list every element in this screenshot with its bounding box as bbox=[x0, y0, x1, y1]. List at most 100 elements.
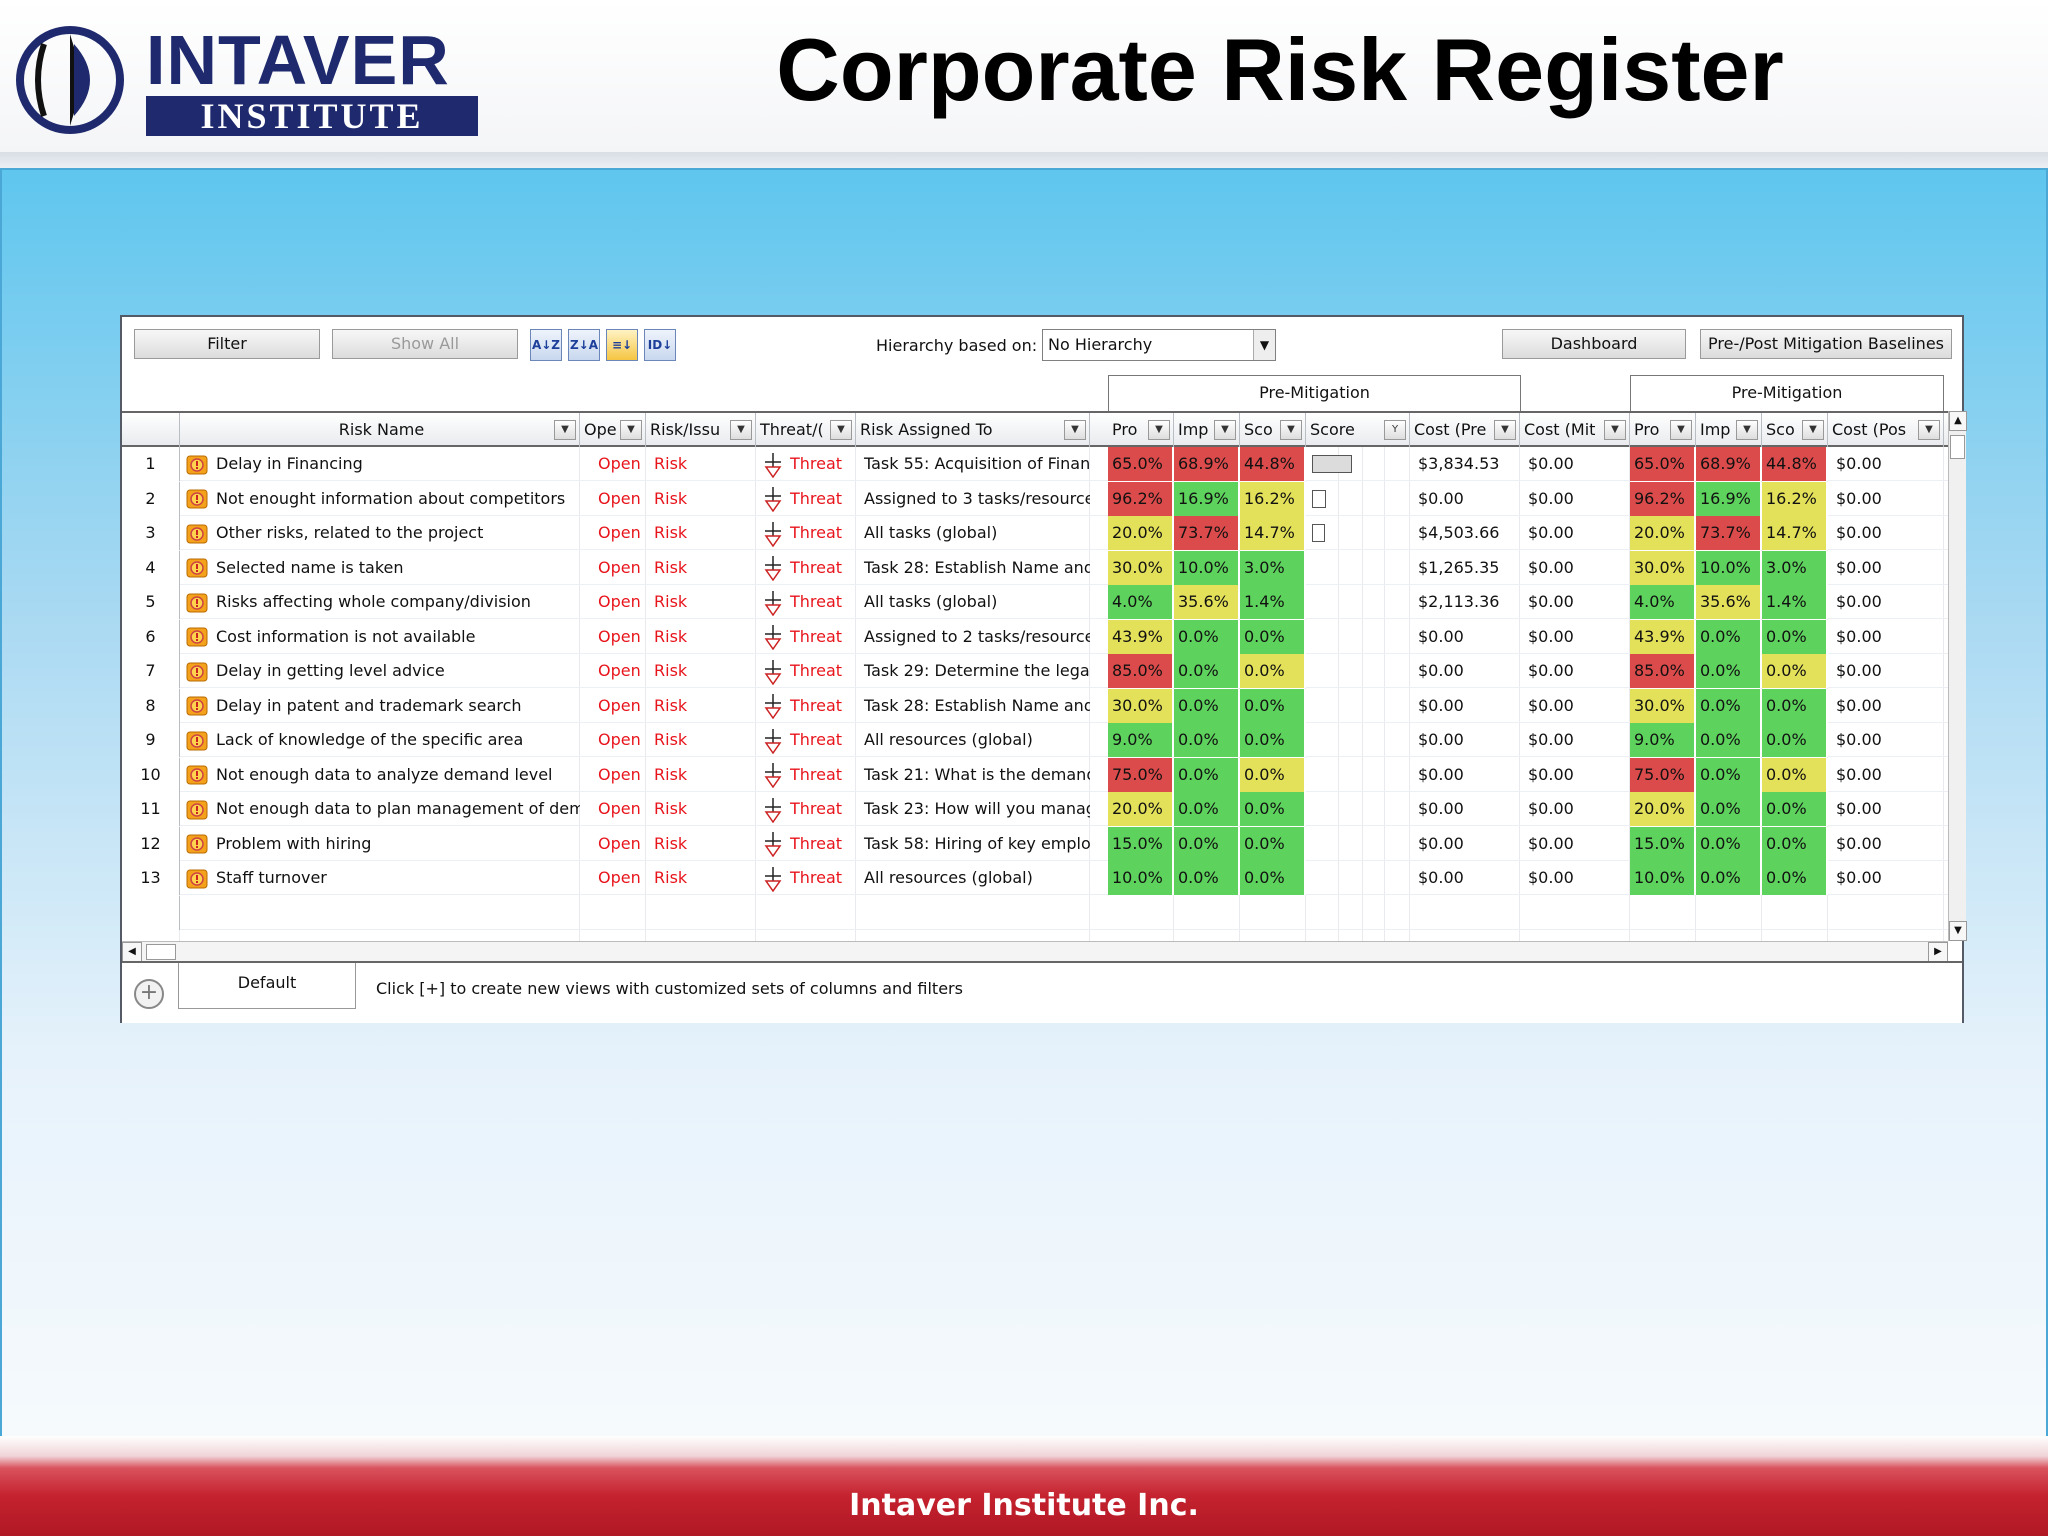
column-header-sco2[interactable]: Sco ▼ bbox=[1762, 413, 1828, 447]
imp-pre-cell: 0.0% bbox=[1174, 619, 1240, 654]
column-header-label: Score bbox=[1310, 420, 1355, 439]
threat-text: Threat bbox=[790, 833, 843, 853]
vertical-scrollbar[interactable]: ▲ ▼ bbox=[1948, 411, 1967, 941]
status-cell: Open bbox=[580, 689, 646, 723]
sco-post-cell: 0.0% bbox=[1762, 757, 1828, 792]
percent-value: 0.0% bbox=[1700, 730, 1741, 749]
table-row[interactable]: 11 Not enough data to plan management of … bbox=[122, 792, 1948, 826]
intaver-logo: INTAVER INSTITUTE bbox=[14, 24, 478, 136]
column-header-pro[interactable]: Pro ▼ bbox=[1108, 413, 1174, 447]
sort-az-icon[interactable]: A↓Z bbox=[530, 329, 562, 361]
filter-funnel-icon[interactable]: Y bbox=[1384, 420, 1406, 440]
table-row[interactable]: 8 Delay in patent and trademark search Ope… bbox=[122, 688, 1948, 723]
cost-value: $0.00 bbox=[1836, 488, 1882, 508]
percent-value: 0.0% bbox=[1700, 833, 1741, 853]
filter-button[interactable]: Filter bbox=[134, 329, 320, 359]
scroll-up-icon[interactable]: ▲ bbox=[1949, 411, 1967, 431]
table-row[interactable]: 7 Delay in getting level advice Open Risk Th… bbox=[122, 654, 1948, 688]
baselines-button[interactable]: Pre-/Post Mitigation Baselines bbox=[1700, 329, 1952, 359]
status-text: Open bbox=[598, 454, 641, 473]
horizontal-scroll-thumb[interactable] bbox=[146, 944, 176, 960]
column-header-label: Pro bbox=[1112, 420, 1138, 439]
chevron-down-icon[interactable]: ▼ bbox=[1280, 420, 1302, 440]
column-header-assigned[interactable]: Risk Assigned To ▼ bbox=[856, 413, 1090, 447]
chevron-down-icon[interactable]: ▼ bbox=[1918, 420, 1940, 440]
column-header-type[interactable]: Risk/Issu ▼ bbox=[646, 413, 756, 447]
table-row[interactable]: 4 Selected name is taken Open Risk Threat Tas… bbox=[122, 550, 1948, 585]
cost-value: $0.00 bbox=[1418, 488, 1464, 508]
scroll-left-icon[interactable]: ◀ bbox=[122, 942, 142, 962]
chevron-down-icon[interactable]: ▼ bbox=[1802, 420, 1824, 440]
table-row[interactable]: 5 Risks affecting whole company/division O… bbox=[122, 585, 1948, 619]
sort-id-icon[interactable]: ID↓ bbox=[644, 329, 676, 361]
table-row[interactable]: 2 Not enought information about competito… bbox=[122, 481, 1948, 516]
hierarchy-select[interactable]: No Hierarchy ▼ bbox=[1042, 329, 1276, 361]
cost-post-cell: $0.00 bbox=[1828, 620, 1944, 654]
column-header-score[interactable]: Score Y bbox=[1306, 413, 1410, 447]
column-header-sco[interactable]: Sco ▼ bbox=[1240, 413, 1306, 447]
scroll-down-icon[interactable]: ▼ bbox=[1949, 921, 1967, 941]
row-number: 13 bbox=[122, 861, 180, 895]
chevron-down-icon[interactable]: ▼ bbox=[620, 420, 642, 440]
chevron-down-icon[interactable]: ▼ bbox=[1736, 420, 1758, 440]
table-row[interactable]: 13 Staff turnover Open Risk Threat All resour… bbox=[122, 861, 1948, 895]
cost-post-cell: $0.00 bbox=[1828, 654, 1944, 688]
percent-value: 73.7% bbox=[1700, 523, 1751, 542]
chevron-down-icon[interactable]: ▼ bbox=[1253, 330, 1275, 360]
assigned-to-text: Task 29: Determine the legal t bbox=[864, 661, 1090, 680]
percent-value: 30.0% bbox=[1634, 695, 1685, 715]
column-header-pro2[interactable]: Pro ▼ bbox=[1630, 413, 1696, 447]
risk-type-text: Risk bbox=[654, 626, 688, 646]
score-bar bbox=[1312, 489, 1326, 508]
cost-post-cell: $0.00 bbox=[1828, 758, 1944, 792]
risk-name-cell: Not enough data to plan management of de… bbox=[180, 792, 580, 826]
column-header-name[interactable]: Risk Name ▼ bbox=[180, 413, 580, 447]
assigned-to-text: Task 28: Establish Name and bbox=[864, 695, 1090, 715]
chevron-down-icon[interactable]: ▼ bbox=[1494, 420, 1516, 440]
chevron-down-icon[interactable]: ▼ bbox=[1148, 420, 1170, 440]
table-row[interactable]: 6 Cost information is not available Open Ri… bbox=[122, 619, 1948, 654]
horizontal-scrollbar[interactable]: ◀ ▶ bbox=[122, 941, 1948, 962]
table-row[interactable]: 1 Delay in Financing Open Risk Threat Task 55… bbox=[122, 447, 1948, 481]
vertical-scroll-thumb[interactable] bbox=[1950, 435, 1965, 459]
table-row[interactable]: 3 Other risks, related to the project Open… bbox=[122, 516, 1948, 550]
percent-value: 0.0% bbox=[1178, 868, 1219, 887]
tab-default[interactable]: Default bbox=[178, 963, 356, 1009]
chevron-down-icon[interactable]: ▼ bbox=[730, 420, 752, 440]
column-header-imp[interactable]: Imp ▼ bbox=[1174, 413, 1240, 447]
sort-custom-icon[interactable]: ≡↓ bbox=[606, 329, 638, 361]
table-row[interactable]: 12 Problem with hiring Open Risk Threat Task … bbox=[122, 826, 1948, 861]
column-header-cost-pre[interactable]: Cost (Pre ▼ bbox=[1410, 413, 1520, 447]
percent-value: 14.7% bbox=[1766, 523, 1817, 542]
column-header-imp2[interactable]: Imp ▼ bbox=[1696, 413, 1762, 447]
column-header-cost-mit[interactable]: Cost (Mit ▼ bbox=[1520, 413, 1630, 447]
column-header-cost-post[interactable]: Cost (Pos ▼ bbox=[1828, 413, 1944, 447]
show-all-button[interactable]: Show All bbox=[332, 329, 518, 359]
dashboard-button[interactable]: Dashboard bbox=[1502, 329, 1686, 359]
chevron-down-icon[interactable]: ▼ bbox=[1604, 420, 1626, 440]
pro-pre-cell: 30.0% bbox=[1108, 550, 1174, 585]
chevron-down-icon[interactable]: ▼ bbox=[554, 420, 576, 440]
sort-za-icon[interactable]: Z↓A bbox=[568, 329, 600, 361]
sco-pre-cell: 0.0% bbox=[1240, 654, 1306, 688]
scroll-right-icon[interactable]: ▶ bbox=[1928, 942, 1948, 962]
table-row[interactable]: 9 Lack of knowledge of the specific area O… bbox=[122, 723, 1948, 757]
risk-warning-icon bbox=[186, 696, 208, 716]
column-header-label: Risk/Issu bbox=[650, 420, 721, 439]
row-number: 8 bbox=[122, 688, 180, 723]
assigned-to-text: All resources (global) bbox=[864, 730, 1033, 749]
column-header-tt[interactable]: Threat/(▼ bbox=[756, 413, 856, 447]
table-row[interactable]: 10 Not enough data to analyze demand leve… bbox=[122, 757, 1948, 792]
percent-value: 68.9% bbox=[1700, 454, 1751, 473]
chevron-down-icon[interactable]: ▼ bbox=[1670, 420, 1692, 440]
add-view-button[interactable]: + bbox=[134, 979, 164, 1009]
percent-value: 30.0% bbox=[1112, 695, 1163, 715]
chevron-down-icon[interactable]: ▼ bbox=[1214, 420, 1236, 440]
pro-post-cell: 43.9% bbox=[1630, 619, 1696, 654]
threat-opportunity-cell: Threat bbox=[756, 551, 856, 585]
chevron-down-icon[interactable]: ▼ bbox=[830, 420, 852, 440]
chevron-down-icon[interactable]: ▼ bbox=[1064, 420, 1086, 440]
imp-post-cell: 0.0% bbox=[1696, 688, 1762, 723]
percent-value: 96.2% bbox=[1112, 488, 1163, 508]
column-header-status[interactable]: Ope ▼ bbox=[580, 413, 646, 447]
